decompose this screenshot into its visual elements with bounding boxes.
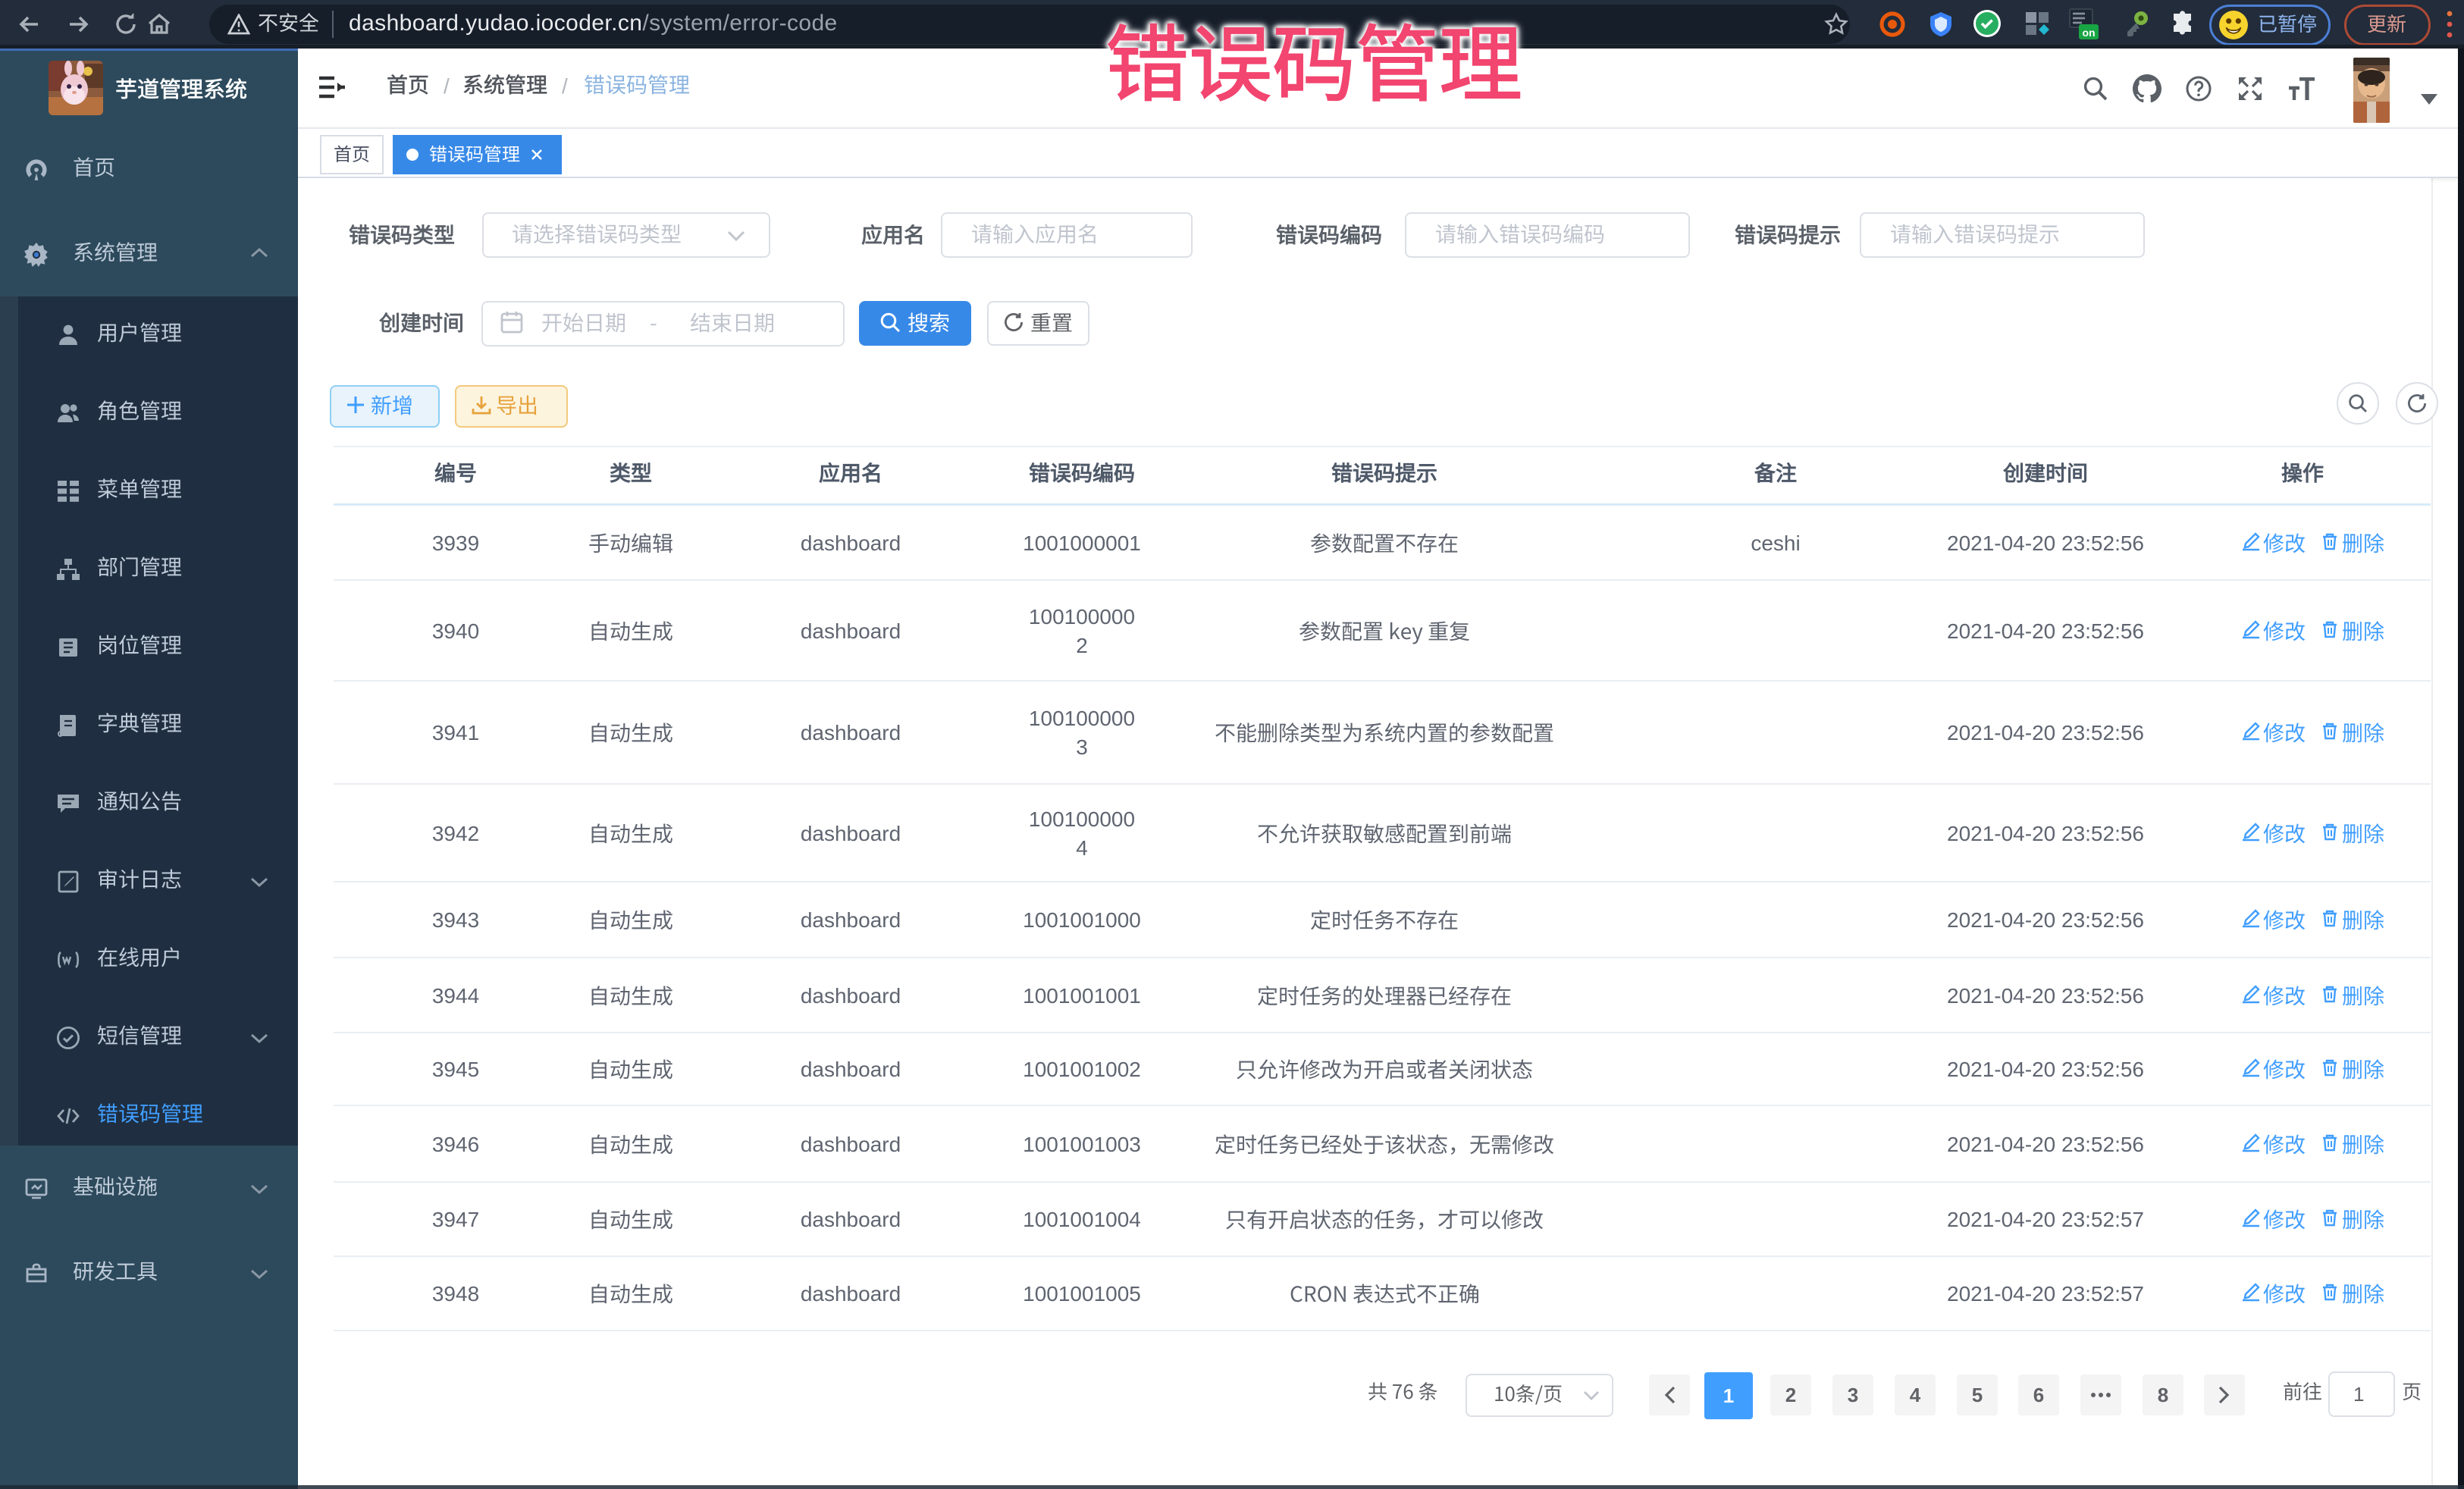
svg-text:on: on	[2082, 27, 2095, 39]
